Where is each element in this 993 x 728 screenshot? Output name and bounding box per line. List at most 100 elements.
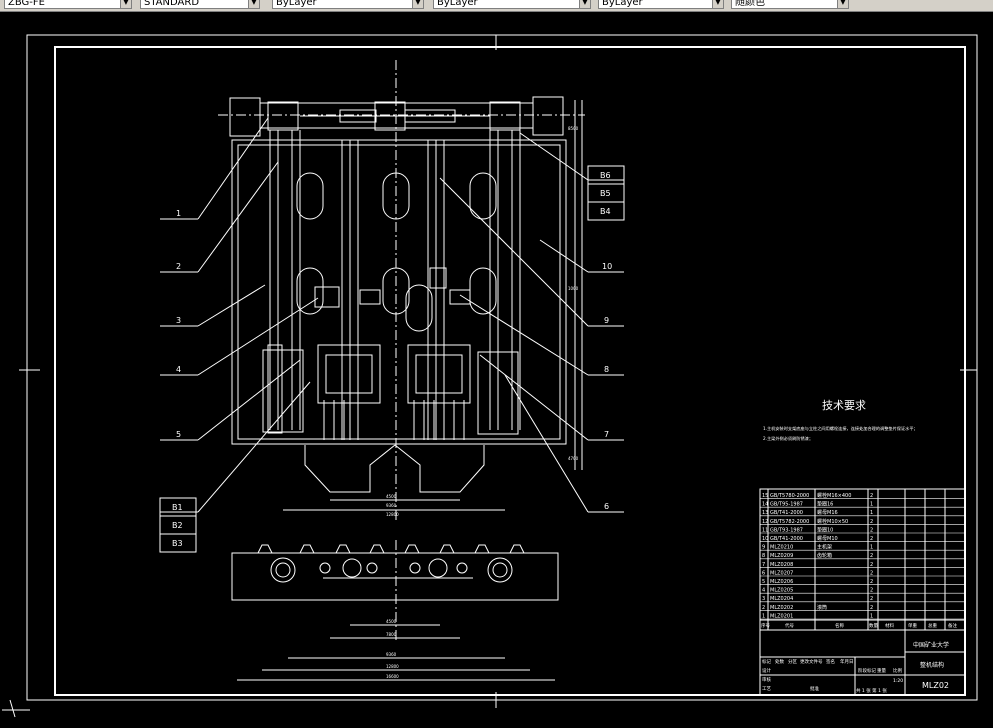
lineweight-dropdown[interactable]: ByLayer ▼ [598,0,724,9]
bom-cell-qty: 2 [870,579,873,585]
sheet-info: 共 1 张 第 1 张 [856,687,887,694]
bom-cell-qty: 1 [870,510,873,516]
dim-4500: 4500 [386,494,397,499]
stage-weight: 重量 [877,667,886,674]
callout-5: 5 [176,430,181,439]
callout-6: 6 [604,502,609,511]
bom-cell-qty: 1 [870,545,873,551]
bom-header-no: 序号 [761,622,770,629]
bom-cell-qty: 2 [870,536,873,542]
color-dropdown[interactable]: ByLayer ▼ [272,0,424,9]
dim-side-2: 1000 [568,286,579,291]
bom-cell-qty: 2 [870,570,873,576]
color-value: ByLayer [276,0,317,8]
tech-requirement-2: 2.主梁外侧必须刷防锈漆； [763,435,813,442]
bom-cell-code: GB/T93-1987 [770,527,803,533]
layer-value: ZBG-FE [8,0,45,8]
label-b2: B2 [172,521,183,530]
tech-requirement-1: 1.主机安装时支架底座与立柱之间用螺栓连接，连接处加合理的调整垫片保证水平； [763,425,918,432]
bom-cell-name: 垫圈10 [817,526,833,533]
callout-3: 3 [176,316,181,325]
bom-header-material: 材料 [885,622,894,629]
linetype-value: ByLayer [437,0,478,8]
bom-cell-qty: 2 [870,519,873,525]
label-b6: B6 [600,171,611,180]
bom-cell-code: MLZ0209 [770,553,793,559]
bom-cell-qty: 2 [870,553,873,559]
chevron-down-icon[interactable]: ▼ [837,0,848,8]
bom-cell-no: 8 [762,553,765,559]
stage-mark: 阶段标记 [858,667,876,674]
callout-4: 4 [176,365,181,374]
bom-cell-no: 4 [762,588,765,594]
title-block: 序号 代号 名称 数量 材料 单重 总重 备注 中国矿业大学 整机结构 MLZ0… [761,622,957,694]
bom-cell-qty: 2 [870,605,873,611]
label-b4: B4 [600,207,611,216]
callout-1: 1 [176,209,181,218]
bom-cell-qty: 2 [870,588,873,594]
label-b3: B3 [172,539,183,548]
bom-header-remark: 备注 [948,622,957,629]
plan-dim-4: 12800 [386,664,399,669]
bom-header-name: 名称 [835,622,844,629]
bom-cell-no: 12 [762,519,768,525]
university-name: 中国矿业大学 [913,641,949,649]
plan-dim-5: 16600 [386,674,399,679]
bom-cell-code: GB/T41-2000 [770,536,803,542]
sign-label-date: 年月日 [840,658,854,665]
stage-scale: 比例 [893,667,902,674]
bom-cell-name: 螺栓M10×50 [817,518,848,525]
chevron-down-icon[interactable]: ▼ [120,0,131,8]
bom-cell-code: MLZ0204 [770,596,793,602]
chevron-down-icon[interactable]: ▼ [579,0,590,8]
chevron-down-icon[interactable]: ▼ [712,0,723,8]
bom-cell-no: 3 [762,596,765,602]
callout-9: 9 [604,316,609,325]
plotstyle-dropdown[interactable]: 随颜色 ▼ [731,0,849,9]
bom-header-total-weight: 总重 [928,622,937,629]
chevron-down-icon[interactable]: ▼ [248,0,259,8]
tech-requirements-title: 技术要求 [822,399,866,412]
bom-cell-no: 2 [762,605,765,611]
bom-cell-qty: 2 [870,562,873,568]
bom-cell-code: GB/T5780-2000 [770,493,809,499]
drawing-canvas[interactable]: 1 2 3 4 5 6 7 8 9 10 B6 B5 B4 B1 B2 B3 4… [0,11,993,724]
dim-side-1: 8500 [568,126,579,131]
scale-value: 1:20 [893,678,903,684]
sign-label-mark: 标记 [762,658,771,665]
dim-9360: 9360 [386,503,397,508]
chevron-down-icon[interactable]: ▼ [412,0,423,8]
dim-12800: 12800 [386,512,399,517]
role-review: 审核 [762,676,771,683]
label-b1: B1 [172,503,183,512]
front-dimensions: 4500 9360 12800 8500 1000 4700 [386,126,579,517]
sign-label-zone: 分区 [788,658,797,665]
bom-cell-code: GB/T41-2000 [770,510,803,516]
bom-cell-no: 6 [762,570,765,576]
sign-label-signature: 签名 [826,658,835,665]
label-b5: B5 [600,189,611,198]
assembly-name: 整机结构 [920,661,944,669]
bom-header-qty: 数量 [869,622,878,629]
bom-cell-name: 齿轮箱 [817,552,832,559]
text-style-dropdown[interactable]: STANDARD ▼ [140,0,260,9]
plan-dim-3: 9360 [386,652,397,657]
bom-cell-name: 螺母M16 [817,509,838,516]
bom-cell-name: 滚筒 [817,604,827,611]
bom-cell-no: 5 [762,579,765,585]
bom-header-code: 代号 [785,622,794,629]
role-approve: 批准 [810,685,819,692]
role-design: 设计 [762,667,771,674]
callout-8: 8 [604,365,609,374]
bom-cell-code: MLZ0202 [770,605,793,611]
layer-dropdown[interactable]: ZBG-FE ▼ [4,0,132,9]
bom-cell-qty: 1 [870,502,873,508]
plan-dim-2: 7800 [386,632,397,637]
plan-view [231,540,559,681]
bom-cell-qty: 2 [870,493,873,499]
dim-side-3: 4700 [568,456,579,461]
bom-cell-name: 螺栓M16×400 [817,492,851,499]
plotstyle-value: 随颜色 [735,0,765,8]
bom-cell-code: MLZ0208 [770,562,793,568]
linetype-dropdown[interactable]: ByLayer ▼ [433,0,591,9]
